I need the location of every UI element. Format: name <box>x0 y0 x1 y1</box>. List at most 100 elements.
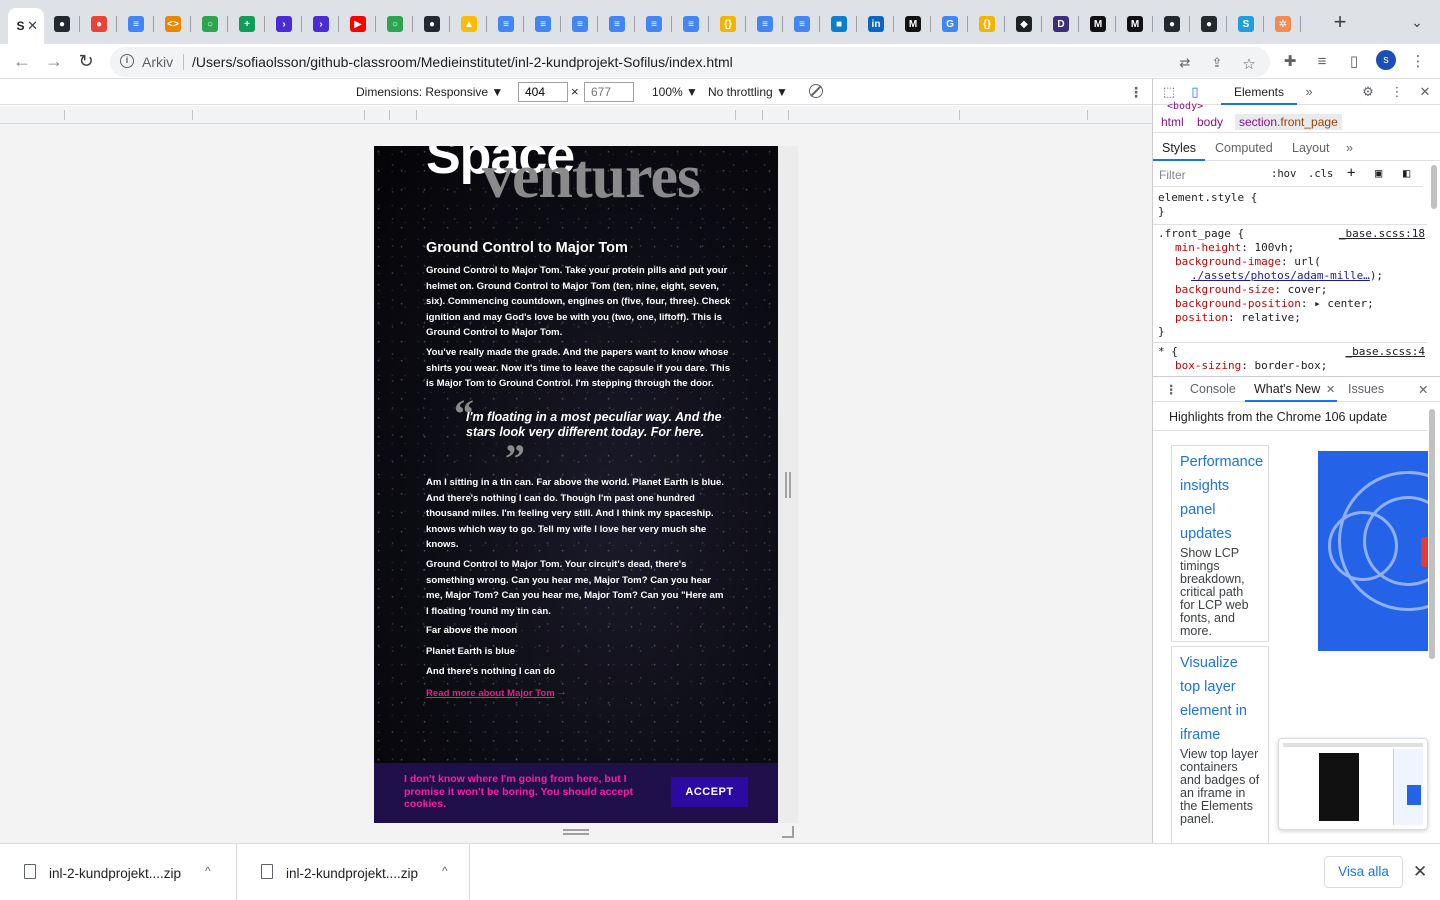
reading-list-icon[interactable]: ≡ <box>1313 53 1331 71</box>
throttling-dropdown[interactable]: No throttling ▼ <box>708 85 788 99</box>
new-rule-icon[interactable]: + <box>1347 165 1355 181</box>
browser-tab[interactable]: ● <box>1154 8 1190 40</box>
chevron-up-icon[interactable]: ^ <box>442 864 448 878</box>
rule-source-link[interactable]: _base.scss:4 <box>1346 345 1425 359</box>
accept-cookies-button[interactable]: ACCEPT <box>671 777 748 807</box>
browser-tab[interactable]: M <box>1080 8 1116 40</box>
css-property[interactable]: background-image: url( <box>1175 255 1321 269</box>
tab-search-icon[interactable]: ⌄ <box>1408 14 1426 32</box>
feature-card-title[interactable]: Visualize top layer element in iframe <box>1180 651 1260 747</box>
feature-card-title[interactable]: Performance insights panel updates <box>1180 450 1263 546</box>
more-tabs-icon[interactable]: » <box>1301 84 1317 100</box>
browser-tab[interactable]: ■ <box>821 8 857 40</box>
whats-new-scrollbar[interactable] <box>1429 409 1435 659</box>
breadcrumb-section[interactable]: section.front_page <box>1235 114 1342 130</box>
browser-tab[interactable]: ● <box>44 8 80 40</box>
tab-whats-new[interactable]: What's New <box>1254 382 1320 396</box>
dimensions-dropdown[interactable]: Dimensions: Responsive ▼ <box>356 85 503 99</box>
translate-icon[interactable]: ⇄ <box>1177 55 1193 71</box>
browser-tab[interactable]: ≡ <box>488 8 524 40</box>
extensions-icon[interactable]: ✚ <box>1281 53 1299 71</box>
browser-tab[interactable]: ○ <box>192 8 228 40</box>
close-whats-new-icon[interactable]: ✕ <box>1326 383 1335 396</box>
tab-active[interactable]: S ✕ <box>8 8 44 44</box>
read-more-link[interactable]: Read more about Major Tom <box>426 688 555 699</box>
bookmark-star-icon[interactable]: ☆ <box>1241 55 1257 73</box>
chrome-menu-icon[interactable]: ⋮ <box>1409 53 1427 71</box>
browser-tab[interactable]: S <box>1228 8 1264 40</box>
browser-tab[interactable]: › <box>266 8 302 40</box>
browser-tab[interactable]: ≡ <box>562 8 598 40</box>
close-drawer-icon[interactable]: ✕ <box>1418 382 1428 397</box>
css-property[interactable]: background-position: ▸ center; <box>1175 297 1374 311</box>
devtools-menu-icon[interactable]: ⋮ <box>1389 84 1405 100</box>
device-toggle-icon[interactable]: ▯ <box>1187 84 1203 100</box>
inspect-element-icon[interactable]: ⬚ <box>1161 84 1177 100</box>
media-query-bar[interactable] <box>0 106 1152 124</box>
show-all-downloads-button[interactable]: Visa alla <box>1324 856 1403 888</box>
browser-tab[interactable]: + <box>229 8 265 40</box>
url-text[interactable]: /Users/sofiaolsson/github-classroom/Medi… <box>192 54 733 70</box>
browser-tab[interactable]: ≡ <box>599 8 635 40</box>
css-property[interactable]: position: relative; <box>1175 311 1301 325</box>
device-toolbar-menu-icon[interactable]: ⋮ <box>1129 84 1143 101</box>
browser-tab[interactable]: ≡ <box>118 8 154 40</box>
share-icon[interactable]: ⇪ <box>1209 55 1225 71</box>
browser-tab[interactable]: ○ <box>377 8 413 40</box>
browser-tab[interactable]: {} <box>969 8 1005 40</box>
width-input[interactable] <box>518 82 568 102</box>
background-url-link[interactable]: ./assets/photos/adam-mille… <box>1191 269 1370 282</box>
screenshot-thumbnail[interactable] <box>1278 738 1428 830</box>
cls-toggle[interactable]: .cls <box>1308 168 1333 180</box>
browser-tab[interactable]: ≡ <box>747 8 783 40</box>
rotate-icon[interactable] <box>809 84 823 98</box>
breadcrumb-body[interactable]: body <box>1193 114 1227 130</box>
browser-tab[interactable]: G <box>932 8 968 40</box>
browser-tab[interactable]: › <box>303 8 339 40</box>
css-property[interactable]: background-size: cover; <box>1175 283 1327 297</box>
close-tab-icon[interactable]: ✕ <box>27 18 38 34</box>
rule-source-link[interactable]: _base.scss:18 <box>1339 227 1425 241</box>
styles-scrollbar[interactable] <box>1431 165 1437 209</box>
sidebar-toggle-icon[interactable]: ◧ <box>1403 166 1410 180</box>
browser-tab[interactable]: ● <box>81 8 117 40</box>
feature-card-top-layer[interactable]: Visualize top layer element in iframe Vi… <box>1171 646 1269 846</box>
reload-icon[interactable]: ↻ <box>74 50 98 74</box>
chevron-up-icon[interactable]: ^ <box>205 864 211 878</box>
hov-toggle[interactable]: :hov <box>1271 168 1296 180</box>
tab-layout[interactable]: Layout <box>1292 141 1330 155</box>
tab-console[interactable]: Console <box>1190 382 1236 396</box>
height-input[interactable] <box>584 82 634 102</box>
drawer-menu-icon[interactable]: ⋮ <box>1165 382 1178 397</box>
color-format-icon[interactable]: ▣ <box>1375 166 1382 180</box>
resize-handle-corner[interactable] <box>782 826 794 838</box>
profile-avatar[interactable]: s <box>1376 50 1396 70</box>
breadcrumb-html[interactable]: html <box>1157 114 1188 130</box>
browser-tab[interactable]: <> <box>155 8 191 40</box>
browser-tab[interactable]: D <box>1043 8 1079 40</box>
browser-tab[interactable]: ≡ <box>525 8 561 40</box>
browser-tab[interactable]: {} <box>710 8 746 40</box>
zoom-dropdown[interactable]: 100% ▼ <box>652 85 698 99</box>
resize-handle-bottom[interactable] <box>563 829 589 835</box>
css-property[interactable]: min-height: 100vh; <box>1175 241 1294 255</box>
browser-tab[interactable]: ● <box>1191 8 1227 40</box>
browser-tab[interactable]: ▲ <box>451 8 487 40</box>
browser-tab[interactable]: M <box>1117 8 1153 40</box>
filter-input[interactable]: Filter <box>1159 168 1186 182</box>
tab-computed[interactable]: Computed <box>1215 141 1273 155</box>
address-bar[interactable]: i Arkiv /Users/sofiaolsson/github-classr… <box>110 47 1270 77</box>
settings-gear-icon[interactable]: ⚙ <box>1360 84 1376 100</box>
browser-tab[interactable]: in <box>858 8 894 40</box>
browser-tab[interactable]: ● <box>414 8 450 40</box>
download-item[interactable]: inl-2-kundprojekt....zip ^ <box>237 844 470 900</box>
tab-issues[interactable]: Issues <box>1348 382 1384 396</box>
browser-tab[interactable]: ◆ <box>1006 8 1042 40</box>
feature-card-performance[interactable]: Performance insights panel updates Show … <box>1171 445 1269 642</box>
new-tab-button[interactable]: + <box>1330 11 1350 33</box>
close-devtools-icon[interactable]: ✕ <box>1417 84 1433 100</box>
info-icon[interactable]: i <box>120 54 134 68</box>
forward-icon[interactable]: → <box>42 50 66 74</box>
browser-tab[interactable]: ≡ <box>636 8 672 40</box>
css-property[interactable]: box-sizing: border-box; <box>1175 359 1327 373</box>
